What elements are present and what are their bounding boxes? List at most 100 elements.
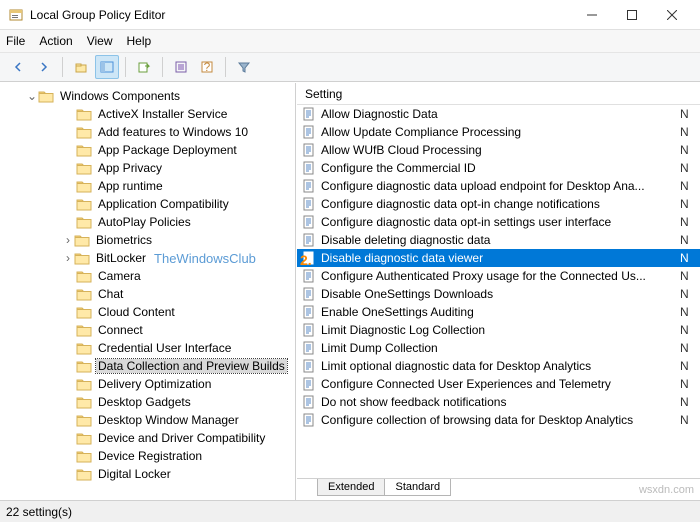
tree-item[interactable]: Desktop Gadgets [0,393,295,411]
show-hide-tree-button[interactable] [95,55,119,79]
tree-item-label: App runtime [96,179,165,193]
setting-row[interactable]: Allow Diagnostic DataN [297,105,700,123]
menu-help[interactable]: Help [127,34,152,48]
back-button[interactable] [6,55,30,79]
setting-label: Limit Diagnostic Log Collection [321,323,680,337]
setting-state: N [680,143,700,157]
overlay-watermark: TheWindowsClub [154,251,256,266]
setting-label: Configure Authenticated Proxy usage for … [321,269,680,283]
tree-item[interactable]: Application Compatibility [0,195,295,213]
setting-row[interactable]: Limit Dump CollectionN [297,339,700,357]
tree-item-label: Application Compatibility [96,197,231,211]
forward-button[interactable] [32,55,56,79]
tree-item[interactable]: Connect [0,321,295,339]
tree-pane[interactable]: ⌄Windows ComponentsActiveX Installer Ser… [0,83,296,500]
tree-item-label: AutoPlay Policies [96,215,193,229]
tree-item[interactable]: Chat [0,285,295,303]
tree-item[interactable]: Cloud Content [0,303,295,321]
setting-row[interactable]: Do not show feedback notificationsN [297,393,700,411]
setting-row[interactable]: Limit optional diagnostic data for Deskt… [297,357,700,375]
setting-row[interactable]: Configure the Commercial IDN [297,159,700,177]
tree-item[interactable]: Camera [0,267,295,285]
setting-state: N [680,215,700,229]
tab-extended[interactable]: Extended [317,479,385,496]
help-button[interactable]: ? [195,55,219,79]
tree-item-label: Add features to Windows 10 [96,125,250,139]
tree-item-label: BitLocker [94,251,148,265]
setting-state: N [680,323,700,337]
tree-item-label: Credential User Interface [96,341,233,355]
list-body[interactable]: Allow Diagnostic DataNAllow Update Compl… [297,105,700,478]
setting-row[interactable]: Configure collection of browsing data fo… [297,411,700,429]
tree-item-label: App Privacy [96,161,164,175]
tree-item-label: Connect [96,323,145,337]
setting-row[interactable]: Configure Connected User Experiences and… [297,375,700,393]
setting-row[interactable]: Disable OneSettings DownloadsN [297,285,700,303]
chevron-right-icon[interactable]: › [62,251,74,265]
filter-button[interactable] [232,55,256,79]
setting-state: N [680,125,700,139]
tab-standard[interactable]: Standard [384,479,451,496]
tree-item[interactable]: Digital Locker [0,465,295,483]
setting-state: N [680,107,700,121]
detail-tabs: Extended Standard [297,478,700,500]
setting-row[interactable]: Configure diagnostic data upload endpoin… [297,177,700,195]
menu-view[interactable]: View [87,34,113,48]
setting-row[interactable]: Allow Update Compliance ProcessingN [297,123,700,141]
setting-state: N [680,377,700,391]
setting-label: Do not show feedback notifications [321,395,680,409]
setting-state: N [680,179,700,193]
setting-label: Allow Update Compliance Processing [321,125,680,139]
tree-item[interactable]: App runtime [0,177,295,195]
menu-action[interactable]: Action [39,34,72,48]
setting-state: N [680,197,700,211]
setting-label: Configure collection of browsing data fo… [321,413,680,427]
tree-item[interactable]: Credential User Interface [0,339,295,357]
menu-bar: File Action View Help [0,30,700,52]
column-setting[interactable]: Setting [305,87,700,101]
menu-file[interactable]: File [6,34,25,48]
tree-item[interactable]: App Privacy [0,159,295,177]
tree-item[interactable]: Device and Driver Compatibility [0,429,295,447]
setting-row[interactable]: Allow WUfB Cloud ProcessingN [297,141,700,159]
setting-state: N [680,161,700,175]
setting-label: Disable deleting diagnostic data [321,233,680,247]
tree-item[interactable]: Device Registration [0,447,295,465]
export-button[interactable] [132,55,156,79]
setting-label: Configure diagnostic data opt-in change … [321,197,680,211]
tree-item-label: Camera [96,269,143,283]
refresh-button[interactable] [169,55,193,79]
close-button[interactable] [652,0,692,30]
tree-item-label: Biometrics [94,233,154,247]
main-area: ⌄Windows ComponentsActiveX Installer Ser… [0,82,700,500]
list-header[interactable]: Setting [297,83,700,105]
tree-item[interactable]: Desktop Window Manager [0,411,295,429]
tree-item[interactable]: › Biometrics [0,231,295,249]
setting-row[interactable]: Configure diagnostic data opt-in setting… [297,213,700,231]
setting-row[interactable]: Configure Authenticated Proxy usage for … [297,267,700,285]
setting-state: N [680,251,700,265]
tree-item-label: App Package Deployment [96,143,239,157]
tree-item[interactable]: Delivery Optimization [0,375,295,393]
setting-row[interactable]: Enable OneSettings AuditingN [297,303,700,321]
maximize-button[interactable] [612,0,652,30]
app-icon [8,7,24,23]
setting-row[interactable]: Disable deleting diagnostic dataN [297,231,700,249]
tree-item[interactable]: Add features to Windows 10 [0,123,295,141]
list-pane: Setting Allow Diagnostic DataNAllow Upda… [296,83,700,500]
up-button[interactable] [69,55,93,79]
chevron-down-icon[interactable]: ⌄ [26,89,38,103]
tree-item[interactable]: ActiveX Installer Service [0,105,295,123]
chevron-right-icon[interactable]: › [62,233,74,247]
setting-label: Allow Diagnostic Data [321,107,680,121]
tree-root[interactable]: ⌄Windows Components [0,87,295,105]
setting-label: Configure diagnostic data opt-in setting… [321,215,680,229]
setting-row[interactable]: Disable diagnostic data viewerN [297,249,700,267]
setting-row[interactable]: Configure diagnostic data opt-in change … [297,195,700,213]
tree-item[interactable]: › BitLocker TheWindowsClub [0,249,295,267]
tree-item[interactable]: 1.Data Collection and Preview Builds [0,357,295,375]
setting-row[interactable]: Limit Diagnostic Log CollectionN [297,321,700,339]
minimize-button[interactable] [572,0,612,30]
tree-item[interactable]: App Package Deployment [0,141,295,159]
tree-item[interactable]: AutoPlay Policies [0,213,295,231]
